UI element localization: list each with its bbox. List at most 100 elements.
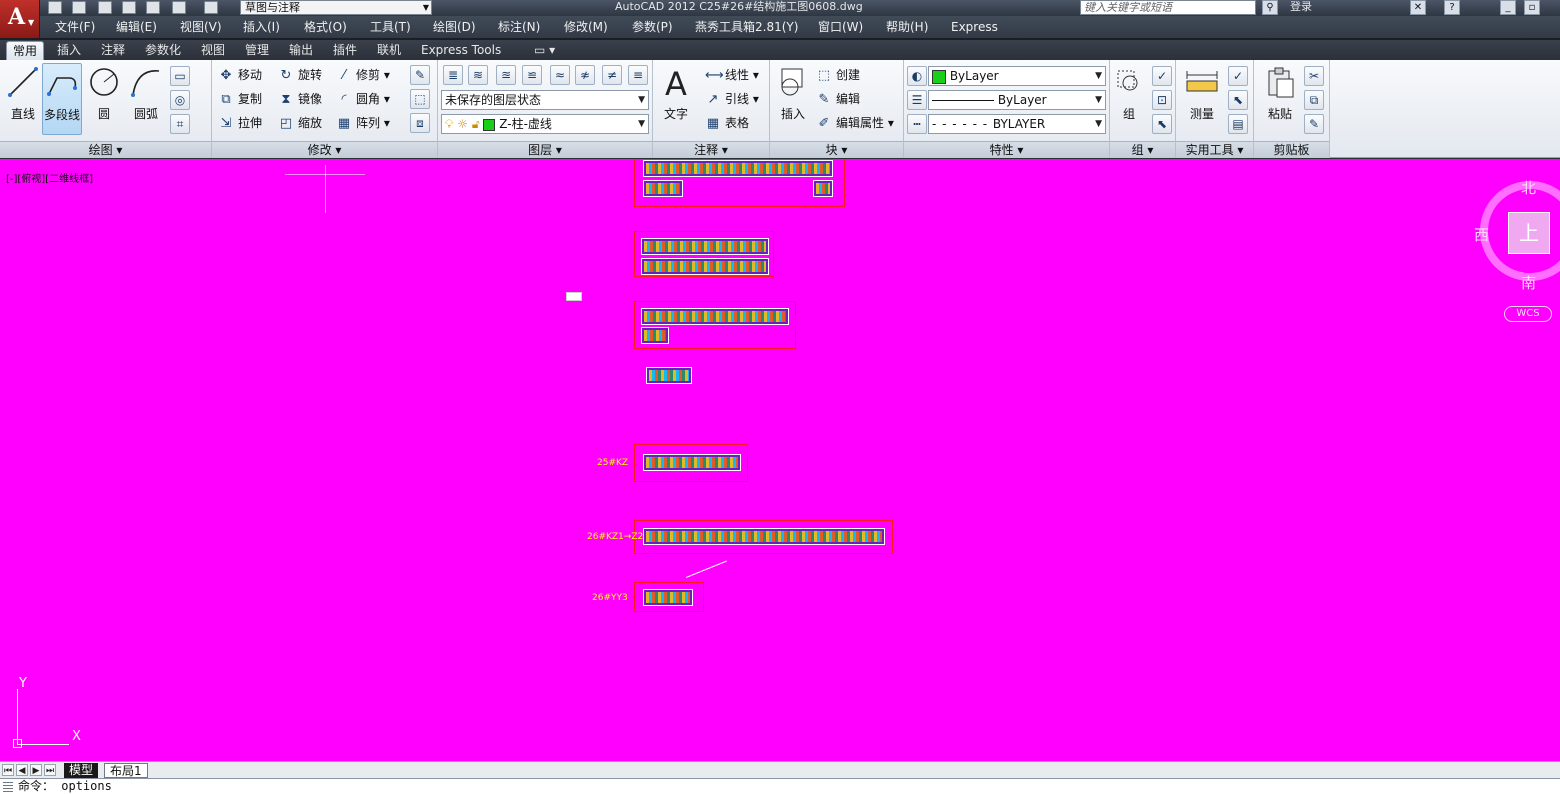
menu-express[interactable]: Express [951,16,998,38]
menu-edit[interactable]: 编辑(E) [116,16,157,38]
tab-layout1[interactable]: 布局1 [104,763,148,778]
polyline-button[interactable]: 多段线 [42,63,82,135]
edit-attributes-button[interactable]: ✐ 编辑属性 ▾ [816,113,894,133]
undo-icon[interactable] [172,1,186,14]
layer-properties-icon[interactable]: ≣ [443,65,463,85]
menu-modify[interactable]: 修改(M) [564,16,608,38]
group-edit-icon[interactable]: ⊡ [1152,90,1172,110]
match-properties-brush-icon[interactable]: ✎ [1304,114,1324,134]
block-marker[interactable] [566,292,582,301]
scale-button[interactable]: ◰ 缩放 [278,113,322,133]
linear-dim-button[interactable]: ⟷线性 ▾ [705,65,759,85]
menu-view[interactable]: 视图(V) [180,16,222,38]
drawing-sheet[interactable] [634,582,704,612]
compass-west[interactable]: 西 [1474,224,1489,245]
wcs-menu-button[interactable]: WCS [1504,306,1552,322]
drawing-sheet[interactable] [634,231,774,277]
save-icon[interactable] [98,1,112,14]
drawing-thumbnail[interactable] [646,367,692,384]
menu-file[interactable]: 文件(F) [55,16,95,38]
compass-north[interactable]: 北 [1521,177,1536,198]
menu-format[interactable]: 格式(O) [304,16,347,38]
panel-draw-title[interactable]: 绘图 ▾ [0,141,211,158]
trim-button[interactable]: ⁄ 修剪 ▾ [336,65,390,85]
tab-manage[interactable]: 管理 [245,41,269,60]
tab-express-tools[interactable]: Express Tools [421,41,501,60]
measure-button[interactable]: 测量 [1182,63,1222,135]
panel-properties-title[interactable]: 特性 ▾ [904,141,1109,158]
drawing-canvas[interactable]: [-][俯视][二维线框] 25#KZ 26#KZ1→Z2 26#YY3 上 北… [0,159,1560,761]
menu-tools[interactable]: 工具(T) [370,16,411,38]
tab-model[interactable]: 模型 [64,763,99,778]
edit-block-button[interactable]: ✎ 编辑 [816,89,860,109]
layer-freeze-icon[interactable]: ≈ [550,65,570,85]
save-as-icon[interactable] [122,1,136,14]
panel-groups-title[interactable]: 组 ▾ [1110,141,1175,158]
arc-button[interactable]: 圆弧 [126,63,166,135]
viewcube-top-face[interactable]: 上 [1508,212,1550,254]
erase-icon[interactable]: ✎ [410,65,430,85]
layer-match-icon[interactable]: ≋ [468,65,488,85]
drawing-sheet[interactable] [634,159,845,207]
explode-icon[interactable]: ⬚ [410,89,430,109]
drawing-sheet[interactable] [634,301,796,349]
select-all-icon[interactable]: ⬉ [1228,90,1248,110]
menu-help[interactable]: 帮助(H) [886,16,928,38]
menu-insert[interactable]: 插入(I) [243,16,280,38]
fillet-button[interactable]: ◜ 圆角 ▾ [336,89,389,109]
ungroup-icon[interactable]: ✓ [1152,66,1172,86]
prev-layout-icon[interactable]: ◀ [16,764,28,776]
ribbon-options-icon[interactable]: ▭ ▾ [534,41,555,60]
redo-icon[interactable] [204,1,218,14]
layer-unlock-icon[interactable]: ≡ [628,65,648,85]
leader-button[interactable]: ↗ 引线 ▾ [705,89,759,109]
tab-online[interactable]: 联机 [377,41,401,60]
minimize-icon[interactable]: _ [1500,0,1516,15]
menu-yanxiu-tools[interactable]: 燕秀工具箱2.81(Y) [695,16,798,38]
exchange-icon[interactable]: ✕ [1410,0,1426,15]
linetype-icon[interactable]: ┅ [907,114,927,134]
layer-previous-icon[interactable]: ≊ [496,65,516,85]
open-file-icon[interactable] [72,1,86,14]
menu-window[interactable]: 窗口(W) [818,16,863,38]
next-layout-icon[interactable]: ▶ [30,764,42,776]
current-layer-dropdown[interactable]: 💡︎ ☼ 🔓︎ Z-柱-虚线 ▼ [441,114,649,134]
layer-lock-icon[interactable]: ≠ [602,65,622,85]
panel-block-title[interactable]: 块 ▾ [770,141,903,158]
tab-view[interactable]: 视图 [201,41,225,60]
circle-button[interactable]: 圆 [84,63,124,135]
stretch-button[interactable]: ⇲ 拉伸 [218,113,262,133]
panel-layers-title[interactable]: 图层 ▾ [438,141,652,158]
lineweight-dropdown[interactable]: ByLayer ▼ [928,90,1106,110]
rotate-button[interactable]: ↻ 旋转 [278,65,322,85]
print-icon[interactable] [146,1,160,14]
tab-plugins[interactable]: 插件 [333,41,357,60]
table-button[interactable]: ▦ 表格 [705,113,749,133]
menu-draw[interactable]: 绘图(D) [433,16,476,38]
menu-parametric[interactable]: 参数(P) [632,16,673,38]
rectangle-icon[interactable]: ▭ [170,66,190,86]
drawing-sheet[interactable] [634,444,748,482]
array-button[interactable]: ▦ 阵列 ▾ [336,113,390,133]
lineweight-icon[interactable]: ☰ [907,90,927,110]
paste-button[interactable]: 粘贴 [1260,63,1300,135]
create-block-button[interactable]: ⬚ 创建 [816,65,860,85]
linetype-dropdown[interactable]: - - - - - - BYLAYER ▼ [928,114,1106,134]
copy-button[interactable]: ⧉ 复制 [218,89,262,109]
panel-annotation-title[interactable]: 注释 ▾ [653,141,769,158]
layer-isolate-icon[interactable]: ≌ [522,65,542,85]
application-menu-button[interactable]: A ▼ [0,0,40,38]
match-properties-icon[interactable]: ◐ [907,66,927,86]
text-button[interactable]: A 文字 [656,63,696,135]
group-select-icon[interactable]: ⬉ [1152,114,1172,134]
offset-icon[interactable]: ⧈ [410,113,430,133]
move-button[interactable]: ✥ 移动 [218,65,262,85]
layer-off-icon[interactable]: ≉ [575,65,595,85]
drawing-sheet[interactable] [634,520,893,554]
panel-utilities-title[interactable]: 实用工具 ▾ [1176,141,1253,158]
new-file-icon[interactable] [48,1,62,14]
hatch-icon[interactable]: ◎ [170,90,190,110]
tab-parametric[interactable]: 参数化 [145,41,181,60]
menu-dimension[interactable]: 标注(N) [498,16,540,38]
binoculars-icon[interactable]: ⚲ [1262,0,1278,15]
